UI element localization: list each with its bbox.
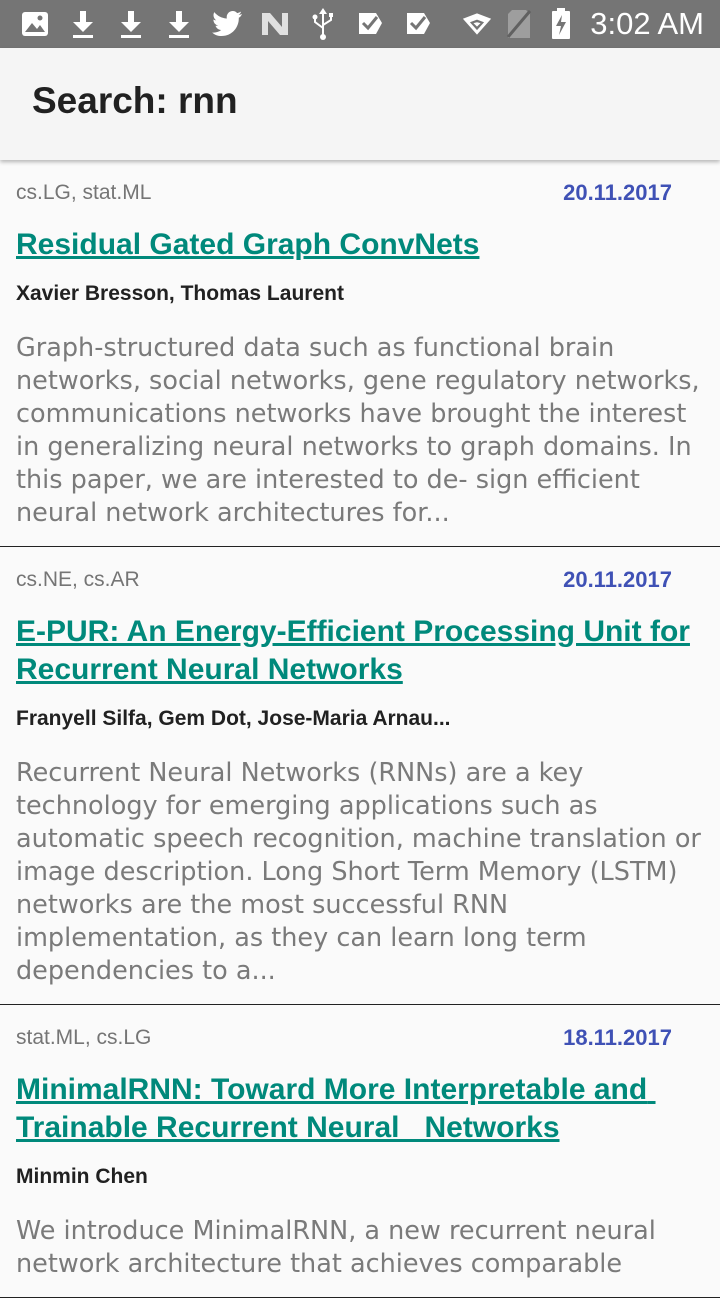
usb-icon	[306, 7, 340, 41]
paper-abstract: We introduce MinimalRNN, a new recurrent…	[16, 1216, 656, 1279]
paper-date: 20.11.2017	[563, 567, 672, 592]
checkbox-app-icon	[354, 7, 388, 41]
paper-list: cs.LG, stat.ML 20.11.2017 Residual Gated…	[0, 160, 720, 1298]
page-title: Search: rnn	[32, 80, 238, 121]
paper-title-link[interactable]: E-PUR: An Energy-Efficient Processing Un…	[16, 613, 704, 689]
paper-categories: stat.ML, cs.LG	[16, 1026, 152, 1049]
app-bar: Search: rnn	[0, 48, 720, 160]
paper-categories: cs.LG, stat.ML	[16, 181, 152, 204]
twitter-icon	[210, 7, 244, 41]
paper-item[interactable]: cs.LG, stat.ML 20.11.2017 Residual Gated…	[0, 160, 720, 547]
download-icon	[162, 7, 196, 41]
status-bar: 3:02 AM	[0, 0, 720, 48]
download-icon	[114, 7, 148, 41]
paper-categories: cs.NE, cs.AR	[16, 568, 140, 591]
n-app-icon	[258, 7, 292, 41]
checkbox-app-icon	[402, 7, 436, 41]
paper-item[interactable]: stat.ML, cs.LG 18.11.2017 MinimalRNN: To…	[0, 1005, 720, 1298]
clock: 3:02 AM	[590, 6, 704, 41]
paper-abstract: Graph-structured data such as functional…	[16, 333, 700, 528]
paper-authors: Franyell Silfa, Gem Dot, Jose-Maria Arna…	[16, 707, 451, 730]
no-sim-icon	[504, 7, 534, 41]
paper-date: 18.11.2017	[563, 1025, 672, 1050]
image-icon	[18, 7, 52, 41]
download-icon	[66, 7, 100, 41]
paper-title-link[interactable]: MinimalRNN: Toward More Interpretable an…	[16, 1071, 704, 1147]
paper-date: 20.11.2017	[563, 180, 672, 205]
wifi-icon	[462, 7, 492, 41]
battery-charging-icon	[546, 7, 576, 41]
notification-icons	[18, 6, 450, 42]
paper-authors: Minmin Chen	[16, 1165, 148, 1188]
paper-abstract: Recurrent Neural Networks (RNNs) are a k…	[16, 758, 701, 986]
system-icons: 3:02 AM	[450, 0, 704, 48]
paper-title-link[interactable]: Residual Gated Graph ConvNets	[16, 226, 704, 264]
paper-authors: Xavier Bresson, Thomas Laurent	[16, 282, 344, 305]
paper-item[interactable]: cs.NE, cs.AR 20.11.2017 E-PUR: An Energy…	[0, 547, 720, 1005]
